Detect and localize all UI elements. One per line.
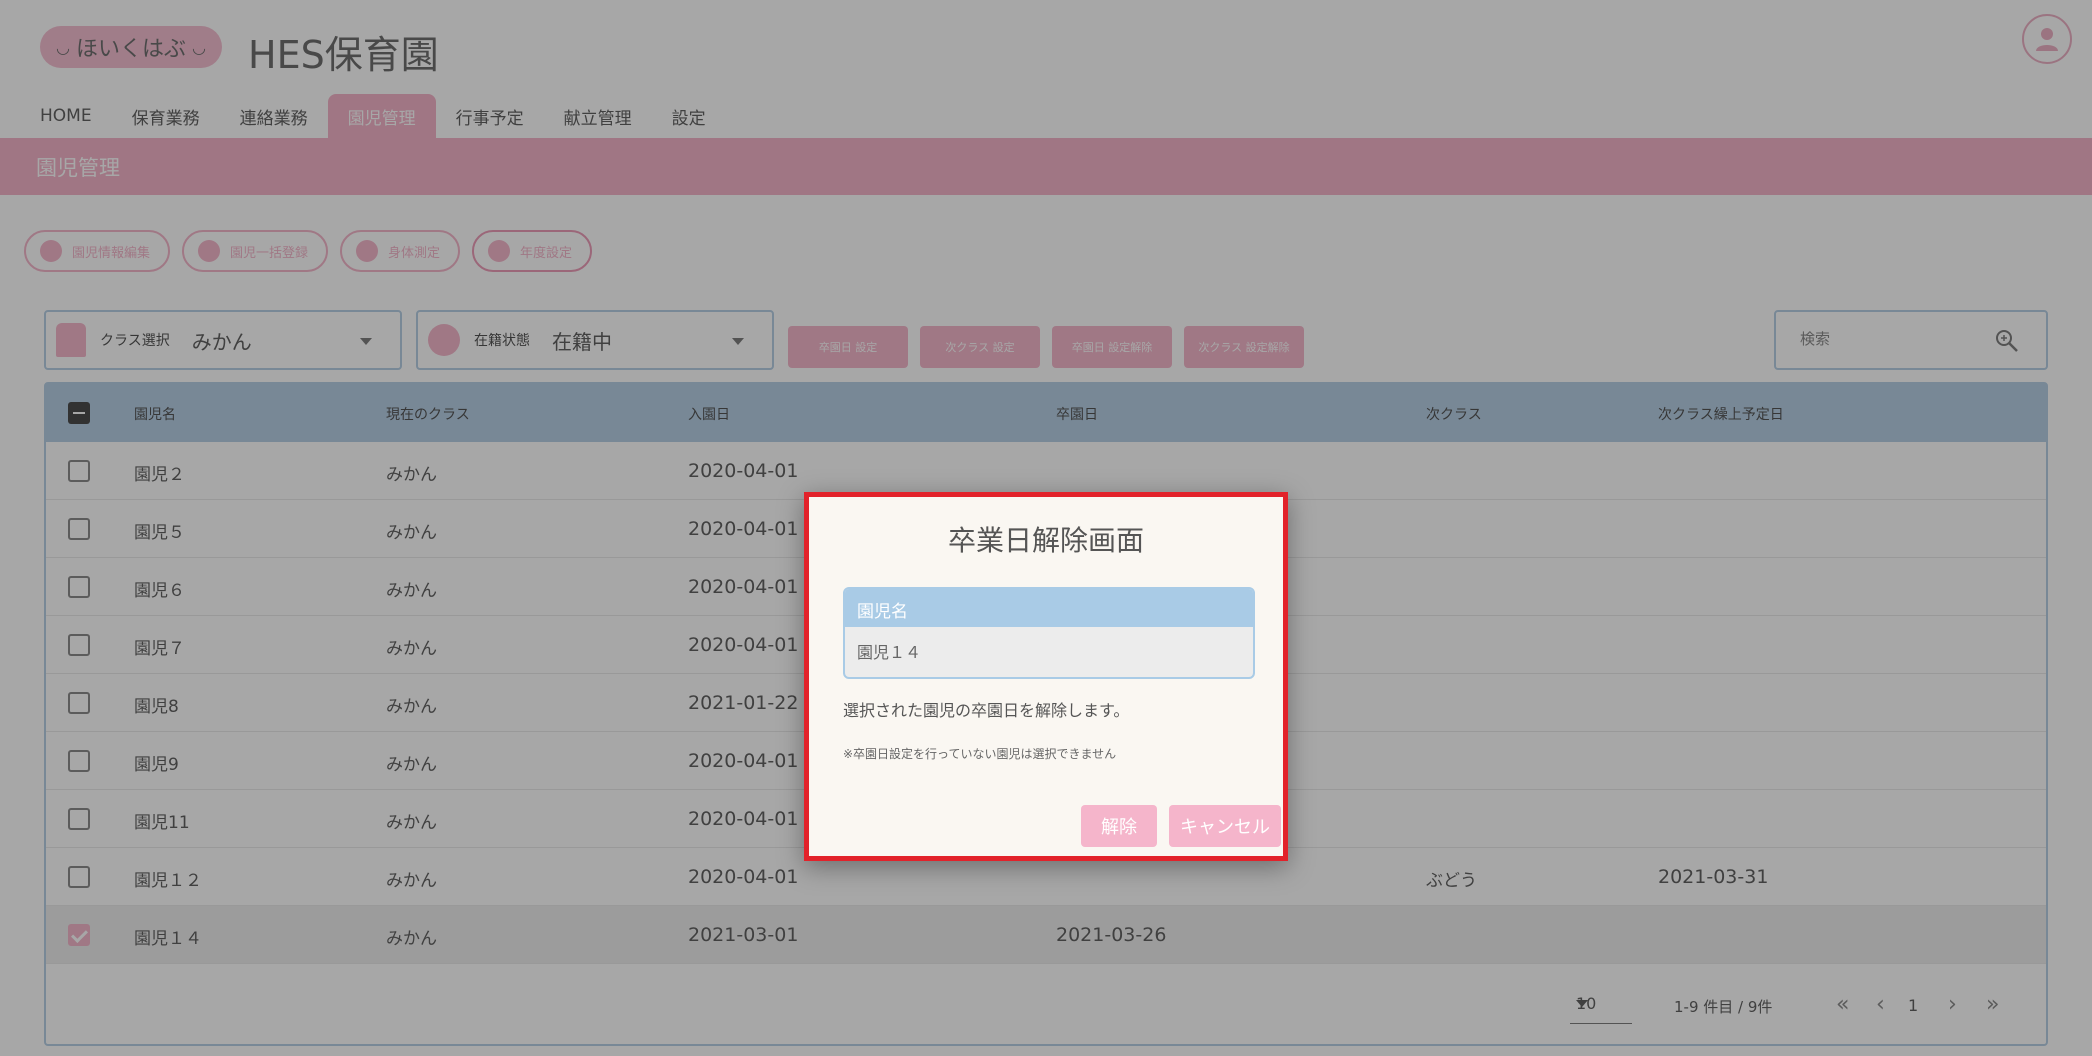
dialog-note: ※卒園日設定を行っていない園児は選択できません bbox=[843, 747, 1117, 761]
child-name-label: 園児名 bbox=[845, 589, 1253, 627]
dialog-description: 選択された園児の卒園日を解除します。 bbox=[843, 701, 1130, 720]
graduation-cancel-dialog: 卒業日解除画面 園児名 園児１４ 選択された園児の卒園日を解除します。 ※卒園日… bbox=[804, 492, 1288, 861]
child-name-value: 園児１４ bbox=[857, 643, 922, 662]
dialog-title: 卒業日解除画面 bbox=[947, 524, 1144, 557]
confirm-cancel-button[interactable]: 解除 bbox=[1081, 805, 1157, 847]
child-name-field: 園児名 園児１４ bbox=[843, 587, 1255, 679]
dialog-cancel-button[interactable]: キャンセル bbox=[1169, 805, 1281, 847]
